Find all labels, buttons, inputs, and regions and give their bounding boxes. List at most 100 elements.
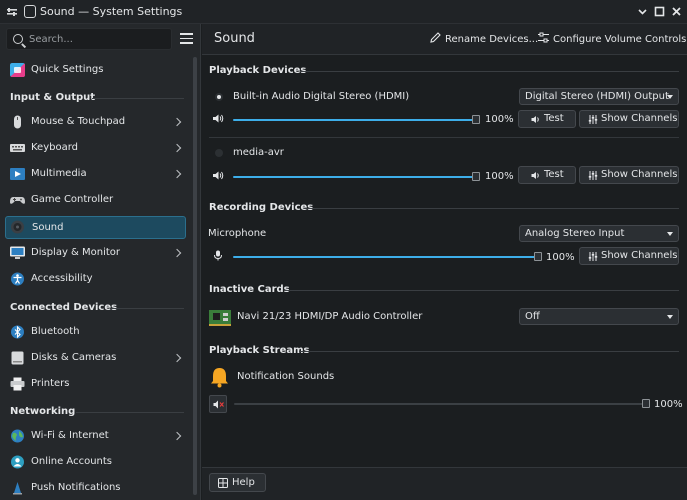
gamepad-icon	[10, 197, 25, 204]
sidebar-item-label: Wi-Fi & Internet	[31, 430, 109, 441]
card-profile-select[interactable]: Off	[519, 308, 679, 325]
sound-content: Playback Devices Built-in Audio Digital …	[202, 56, 687, 467]
playback-profile-select[interactable]: Digital Stereo (HDMI) Output	[519, 88, 679, 105]
volume-icon	[531, 116, 539, 123]
section-divider	[92, 98, 184, 99]
sidebar-item-wifi-internet[interactable]: Wi-Fi & Internet	[5, 425, 186, 448]
sidebar: Quick Settings Input & Output Mouse & To…	[0, 24, 201, 500]
chevron-right-icon	[172, 143, 182, 153]
volume-icon[interactable]	[212, 113, 224, 124]
sidebar-item-printers[interactable]: Printers	[5, 373, 186, 396]
mute-button[interactable]	[209, 395, 227, 413]
section-connected-devices: Connected Devices	[10, 302, 118, 313]
slider-handle[interactable]	[534, 252, 542, 261]
sidebar-item-game-controller[interactable]: Game Controller	[5, 189, 186, 212]
sidebar-scrollbar[interactable]	[193, 57, 197, 495]
section-input-output: Input & Output	[10, 92, 96, 103]
sidebar-item-label: Sound	[32, 222, 64, 233]
minimize-icon[interactable]	[636, 5, 649, 18]
chevron-down-icon	[667, 315, 673, 319]
recording-device-name: Microphone	[208, 228, 267, 239]
help-button[interactable]: Help	[209, 473, 266, 492]
mouse-icon	[14, 115, 21, 129]
section-divider	[110, 308, 184, 309]
bluetooth-icon	[11, 325, 24, 339]
playback-volume-slider[interactable]	[233, 170, 480, 184]
sidebar-item-push-notifications[interactable]: Push Notifications	[5, 477, 186, 500]
volume-percent: 100%	[654, 399, 683, 410]
sidebar-item-label: Disks & Cameras	[31, 352, 117, 363]
show-channels-button[interactable]: Show Channels	[579, 247, 679, 265]
slider-handle[interactable]	[472, 172, 480, 181]
volume-icon[interactable]	[212, 170, 224, 181]
test-button[interactable]: Test	[518, 110, 576, 128]
pencil-icon	[430, 32, 441, 43]
page-title: Sound	[214, 31, 255, 46]
configure-volume-controls-button[interactable]: Configure Volume Controls...	[538, 32, 687, 45]
show-channels-button[interactable]: Show Channels	[579, 166, 679, 184]
page-header: Sound Rename Devices... Configure Volume…	[202, 24, 687, 55]
default-device-radio[interactable]	[215, 149, 223, 157]
notifications-icon	[13, 482, 22, 495]
sidebar-item-online-accounts[interactable]: Online Accounts	[5, 451, 186, 474]
playback-streams-heading: Playback Streams	[209, 345, 310, 356]
sidebar-item-quick-settings[interactable]: Quick Settings	[5, 59, 186, 82]
globe-icon	[11, 429, 24, 443]
test-button[interactable]: Test	[518, 166, 576, 184]
sidebar-item-label: Game Controller	[31, 194, 114, 205]
sidebar-item-mouse-touchpad[interactable]: Mouse & Touchpad	[5, 111, 186, 134]
section-divider	[299, 351, 679, 352]
sidebar-item-bluetooth[interactable]: Bluetooth	[5, 321, 186, 344]
sidebar-item-accessibility[interactable]: Accessibility	[5, 268, 186, 291]
recording-volume-slider[interactable]	[233, 250, 542, 264]
select-value: Off	[525, 311, 540, 322]
chevron-right-icon	[172, 353, 182, 363]
sidebar-item-label: Push Notifications	[31, 482, 121, 493]
rename-devices-button[interactable]: Rename Devices...	[430, 32, 538, 45]
slider-handle[interactable]	[642, 399, 650, 408]
sidebar-item-disks-cameras[interactable]: Disks & Cameras	[5, 347, 186, 370]
volume-percent: 100%	[485, 171, 514, 182]
channels-icon	[588, 115, 598, 124]
stream-name: Notification Sounds	[237, 371, 335, 382]
sidebar-item-display-monitor[interactable]: Display & Monitor	[5, 242, 186, 265]
chevron-down-icon	[667, 232, 673, 236]
test-label: Test	[544, 169, 564, 180]
search-box[interactable]	[6, 28, 172, 50]
monitor-icon	[10, 246, 25, 259]
hamburger-menu-icon[interactable]	[180, 33, 193, 44]
device-divider	[209, 137, 679, 138]
default-device-radio[interactable]	[215, 93, 223, 101]
sidebar-item-sound[interactable]: Sound	[5, 216, 186, 239]
slider-track	[233, 176, 480, 178]
sidebar-item-multimedia[interactable]: Multimedia	[5, 163, 186, 186]
test-label: Test	[544, 113, 564, 124]
playback-volume-slider[interactable]	[233, 113, 480, 127]
sidebar-item-label: Quick Settings	[31, 64, 104, 75]
sidebar-item-label: Multimedia	[31, 168, 87, 179]
playback-device-name: media-avr	[233, 147, 284, 158]
show-channels-label: Show Channels	[601, 250, 678, 261]
configure-volume-label: Configure Volume Controls...	[553, 34, 687, 45]
show-channels-button[interactable]: Show Channels	[579, 110, 679, 128]
app-menu-icon[interactable]	[6, 6, 18, 18]
configure-icon	[538, 32, 549, 43]
help-icon	[218, 478, 228, 488]
channels-icon	[588, 171, 598, 180]
footer-bar: Help	[202, 467, 687, 500]
maximize-icon[interactable]	[653, 5, 666, 18]
recording-profile-select[interactable]: Analog Stereo Input	[519, 225, 679, 242]
muted-speaker-icon	[213, 400, 224, 409]
slider-handle[interactable]	[472, 115, 480, 124]
sidebar-item-label: Keyboard	[31, 142, 79, 153]
sidebar-item-keyboard[interactable]: Keyboard	[5, 137, 186, 160]
close-icon[interactable]	[670, 5, 683, 18]
sidebar-item-label: Printers	[31, 378, 70, 389]
volume-percent: 100%	[546, 252, 575, 263]
playback-devices-heading: Playback Devices	[209, 65, 307, 76]
search-input[interactable]	[29, 32, 169, 47]
microphone-icon[interactable]	[212, 250, 224, 261]
select-value: Digital Stereo (HDMI) Output	[525, 91, 669, 102]
stream-volume-slider[interactable]	[234, 397, 650, 411]
keep-above-icon[interactable]	[24, 5, 36, 18]
